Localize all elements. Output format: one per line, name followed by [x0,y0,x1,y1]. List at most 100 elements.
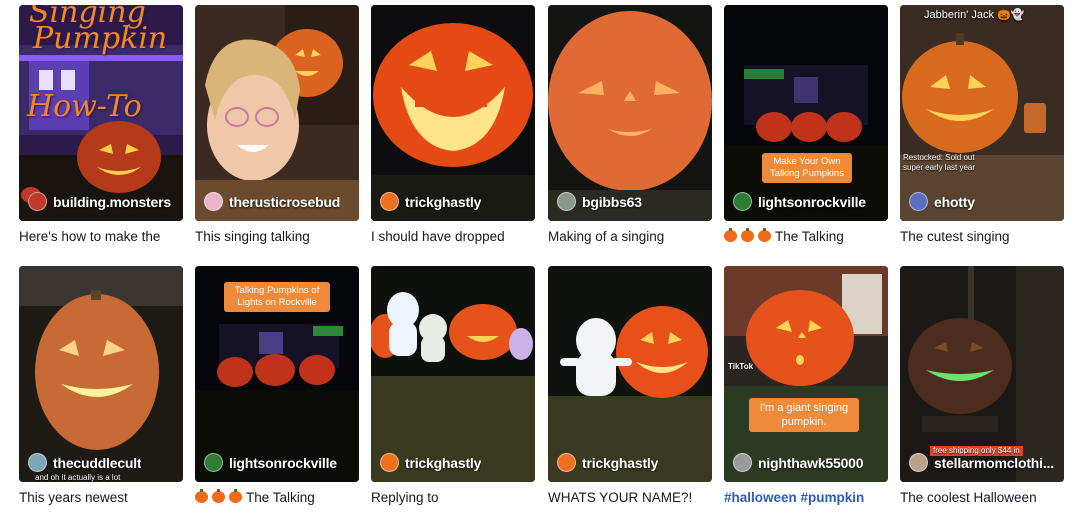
video-card[interactable]: free shipping only $44 in stellarmomclot… [900,266,1064,507]
thumbnail-image [724,266,888,482]
thumbnail-image [724,5,888,221]
username-label: trickghastly [582,454,659,471]
creator-username[interactable]: stellarmomclothi... [909,453,1054,472]
video-caption[interactable]: This singing talking [195,228,359,246]
thumbnail-image [19,266,183,482]
video-card[interactable]: trickghastly WHATS YOUR NAME?! [548,266,712,507]
video-card[interactable]: trickghastly I should have dropped [371,5,535,246]
pumpkin-emoji-icon [195,489,208,503]
video-thumbnail[interactable]: therusticrosebud [195,5,359,221]
video-caption[interactable]: Here's how to make the [19,228,183,246]
avatar [204,192,223,211]
video-card[interactable]: Make Your Own Talking Pumpkins lightsonr… [724,5,888,246]
creator-username[interactable]: lightsonrockville [204,453,337,472]
username-label: lightsonrockville [229,454,337,471]
username-label: trickghastly [405,454,482,471]
video-caption[interactable]: This years newest [19,489,183,507]
hashtag-links[interactable]: #halloween #pumpkin [724,490,864,505]
avatar [204,453,223,472]
avatar [909,192,928,211]
video-thumbnail[interactable]: trickghastly [548,266,712,482]
video-thumbnail[interactable]: Singing Pumpkin How-To building.monsters [19,5,183,221]
video-caption[interactable]: The cutest singing [900,228,1064,246]
video-card[interactable]: trickghastly Replying to [371,266,535,507]
creator-username[interactable]: bgibbs63 [557,192,642,211]
username-label: ehotty [934,193,975,210]
pumpkin-emoji-icon [212,489,225,503]
username-label: building.monsters [53,193,171,210]
username-label: therusticrosebud [229,193,341,210]
video-thumbnail[interactable]: and oh it actually is a lot thecuddlecul… [19,266,183,482]
avatar [28,453,47,472]
username-label: lightsonrockville [758,193,866,210]
pumpkin-emoji-icon [229,489,242,503]
thumbnail-image [548,5,712,221]
video-card[interactable]: TikTok I'm a giant singing pumpkin. nigh… [724,266,888,507]
creator-username[interactable]: building.monsters [28,192,171,211]
video-caption[interactable]: The coolest Halloween [900,489,1064,507]
thumbnail-image [195,5,359,221]
avatar [733,453,752,472]
username-label: stellarmomclothi... [934,454,1054,471]
creator-username[interactable]: thecuddlecult [28,453,141,472]
username-label: trickghastly [405,193,482,210]
video-caption[interactable]: Making of a singing [548,228,712,246]
video-caption[interactable]: Replying to [371,489,535,507]
creator-username[interactable]: trickghastly [380,192,481,211]
avatar [909,453,928,472]
thumbnail-image [548,266,712,482]
creator-username[interactable]: trickghastly [557,453,658,472]
video-caption[interactable]: #halloween #pumpkin [724,489,888,507]
username-label: thecuddlecult [53,454,142,471]
avatar [380,453,399,472]
video-thumbnail[interactable]: trickghastly [371,266,535,482]
avatar [380,192,399,211]
video-thumbnail[interactable]: TikTok I'm a giant singing pumpkin. nigh… [724,266,888,482]
video-caption[interactable]: I should have dropped [371,228,535,246]
pumpkin-emoji-icon [724,228,737,242]
video-card[interactable]: Singing Pumpkin How-To building.monsters… [19,5,183,246]
username-label: nighthawk55000 [758,454,864,471]
avatar [28,192,47,211]
thumbnail-image [371,266,535,482]
video-thumbnail[interactable]: bgibbs63 [548,5,712,221]
video-grid: Singing Pumpkin How-To building.monsters… [0,0,1075,513]
caption-text: The Talking [775,229,844,244]
video-card[interactable]: therusticrosebud This singing talking [195,5,359,246]
thumbnail-image [900,5,1064,221]
creator-username[interactable]: trickghastly [380,453,481,472]
video-card[interactable]: Talking Pumpkins of Lights on Rockville … [195,266,359,507]
overlay-label: I'm a giant singing pumpkin. [749,398,859,432]
overlay-title-line2: Pumpkin [33,21,168,56]
caption-text: The Talking [246,490,315,505]
creator-username[interactable]: nighthawk55000 [733,453,863,472]
avatar [557,192,576,211]
video-caption[interactable]: The Talking [195,489,359,507]
avatar [557,453,576,472]
creator-username[interactable]: therusticrosebud [204,192,340,211]
overlay-note: and oh it actually is a lot [35,473,121,482]
overlay-top-label: Jabberin' Jack 🎃👻 [924,9,1025,21]
pumpkin-emoji-icon [741,228,754,242]
overlay-label: Make Your Own Talking Pumpkins [762,153,852,183]
video-card[interactable]: and oh it actually is a lot thecuddlecul… [19,266,183,507]
video-thumbnail[interactable]: Make Your Own Talking Pumpkins lightsonr… [724,5,888,221]
video-thumbnail[interactable]: Talking Pumpkins of Lights on Rockville … [195,266,359,482]
video-thumbnail[interactable]: trickghastly [371,5,535,221]
video-caption[interactable]: WHATS YOUR NAME?! [548,489,712,507]
video-thumbnail[interactable]: free shipping only $44 in stellarmomclot… [900,266,1064,482]
video-caption[interactable]: The Talking [724,228,888,246]
video-card[interactable]: Jabberin' Jack 🎃👻 Restocked: Sold out su… [900,5,1064,246]
overlay-title-line3: How-To [27,89,142,124]
video-thumbnail[interactable]: Jabberin' Jack 🎃👻 Restocked: Sold out su… [900,5,1064,221]
avatar [733,192,752,211]
video-card[interactable]: bgibbs63 Making of a singing [548,5,712,246]
overlay-label: Talking Pumpkins of Lights on Rockville [224,282,330,312]
creator-username[interactable]: lightsonrockville [733,192,866,211]
tiktok-watermark: TikTok [728,362,754,371]
creator-username[interactable]: ehotty [909,192,975,211]
username-label: bgibbs63 [582,193,642,210]
pumpkin-emoji-icon [758,228,771,242]
thumbnail-image [371,5,535,221]
overlay-note: Restocked: Sold out super early last yea… [903,153,976,172]
